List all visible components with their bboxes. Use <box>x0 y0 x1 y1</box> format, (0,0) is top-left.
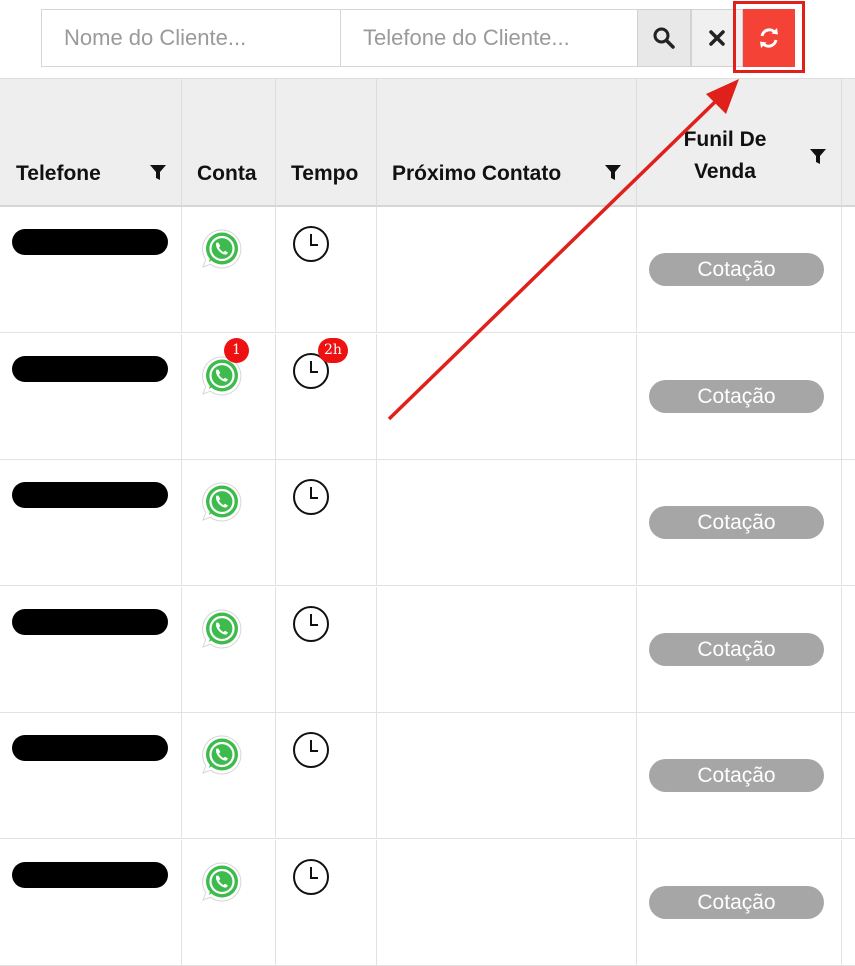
stage-pill[interactable]: Cotação <box>649 253 824 286</box>
cell-extra <box>842 840 855 965</box>
stage-pill[interactable]: Cotação <box>649 632 824 666</box>
cell-proximo-contato <box>377 333 637 459</box>
cell-telefone <box>0 713 182 838</box>
header-tempo-label: Tempo <box>291 162 359 185</box>
clock-icon[interactable] <box>292 731 330 769</box>
redacted-phone <box>12 735 168 761</box>
cell-telefone <box>0 586 182 712</box>
cell-conta <box>182 460 276 585</box>
whatsapp-icon[interactable] <box>200 733 244 777</box>
table-header: Telefone Conta Tempo Próximo Contato Fun… <box>0 78 855 207</box>
whatsapp-icon[interactable] <box>200 480 244 524</box>
cell-proximo-contato <box>377 586 637 712</box>
header-proximo-contato[interactable]: Próximo Contato <box>377 79 637 206</box>
header-conta-label: Conta <box>197 162 257 185</box>
header-funil-label: Funil De Venda <box>637 124 813 188</box>
cell-tempo <box>276 713 377 838</box>
cell-funil-de-venda: Cotação <box>637 839 842 965</box>
time-badge: 2h <box>318 337 348 363</box>
cell-conta: 1 <box>182 333 276 459</box>
cell-telefone <box>0 333 182 459</box>
header-telefone[interactable]: Telefone <box>0 79 182 206</box>
cell-proximo-contato <box>377 207 637 332</box>
filter-icon[interactable] <box>604 164 622 182</box>
filter-icon[interactable] <box>149 164 167 182</box>
cell-tempo <box>276 460 377 585</box>
cell-extra <box>842 460 855 585</box>
header-funil-line1: Funil De <box>683 128 767 151</box>
client-name-input[interactable] <box>41 9 341 67</box>
redacted-phone <box>12 608 168 635</box>
cell-conta <box>182 586 276 712</box>
whatsapp-icon[interactable] <box>200 860 244 904</box>
cell-proximo-contato <box>377 460 637 585</box>
table-row[interactable]: Cotação <box>0 839 855 966</box>
cell-conta <box>182 207 276 332</box>
cell-funil-de-venda: Cotação <box>637 713 842 838</box>
header-funil-de-venda[interactable]: Funil De Venda <box>637 79 842 206</box>
clock-icon[interactable] <box>292 225 330 263</box>
search-button[interactable] <box>637 9 691 67</box>
cell-proximo-contato <box>377 839 637 965</box>
cell-extra <box>842 587 855 712</box>
table-row[interactable]: Cotação <box>0 713 855 839</box>
cell-funil-de-venda: Cotação <box>637 460 842 585</box>
clock-icon[interactable] <box>292 478 330 516</box>
refresh-button[interactable] <box>743 9 795 67</box>
stage-pill[interactable]: Cotação <box>649 506 824 539</box>
stage-pill[interactable]: Cotação <box>649 379 824 413</box>
cell-funil-de-venda: Cotação <box>637 207 842 332</box>
cell-funil-de-venda: Cotação <box>637 333 842 459</box>
stage-pill[interactable]: Cotação <box>649 759 824 792</box>
redacted-phone <box>12 861 168 888</box>
refresh-icon <box>760 28 778 48</box>
redacted-phone <box>12 229 168 255</box>
whatsapp-icon[interactable] <box>200 607 244 651</box>
cell-telefone <box>0 207 182 332</box>
unread-count-badge: 1 <box>224 337 249 363</box>
header-tempo: Tempo <box>276 79 377 206</box>
redacted-phone <box>12 355 168 382</box>
whatsapp-icon[interactable] <box>200 227 244 271</box>
cell-tempo: 2h <box>276 333 377 459</box>
table-row[interactable]: Cotação <box>0 207 855 333</box>
cell-telefone <box>0 839 182 965</box>
redacted-phone <box>12 482 168 508</box>
stage-pill[interactable]: Cotação <box>649 885 824 919</box>
clock-icon[interactable] <box>292 858 330 896</box>
search-toolbar <box>0 0 855 78</box>
cell-funil-de-venda: Cotação <box>637 586 842 712</box>
cell-extra <box>842 713 855 838</box>
clear-button[interactable] <box>691 9 743 67</box>
cell-telefone <box>0 460 182 585</box>
cell-extra <box>842 207 855 332</box>
cell-proximo-contato <box>377 713 637 838</box>
header-telefone-label: Telefone <box>16 162 101 185</box>
cell-extra <box>842 334 855 459</box>
client-phone-input[interactable] <box>340 9 638 67</box>
close-icon <box>709 30 725 46</box>
cell-tempo <box>276 207 377 332</box>
cell-conta <box>182 839 276 965</box>
cell-tempo <box>276 586 377 712</box>
header-extra-column <box>842 79 855 206</box>
clock-icon[interactable] <box>292 605 330 643</box>
cell-conta <box>182 713 276 838</box>
header-conta: Conta <box>182 79 276 206</box>
table-row[interactable]: Cotação <box>0 586 855 713</box>
header-funil-line2: Venda <box>694 160 756 183</box>
table-row[interactable]: 1 2h Cotação <box>0 333 855 460</box>
table-row[interactable]: Cotação <box>0 460 855 586</box>
header-proximo-contato-label: Próximo Contato <box>392 162 562 185</box>
cell-tempo <box>276 839 377 965</box>
search-icon <box>653 27 675 49</box>
filter-icon[interactable] <box>809 148 827 166</box>
